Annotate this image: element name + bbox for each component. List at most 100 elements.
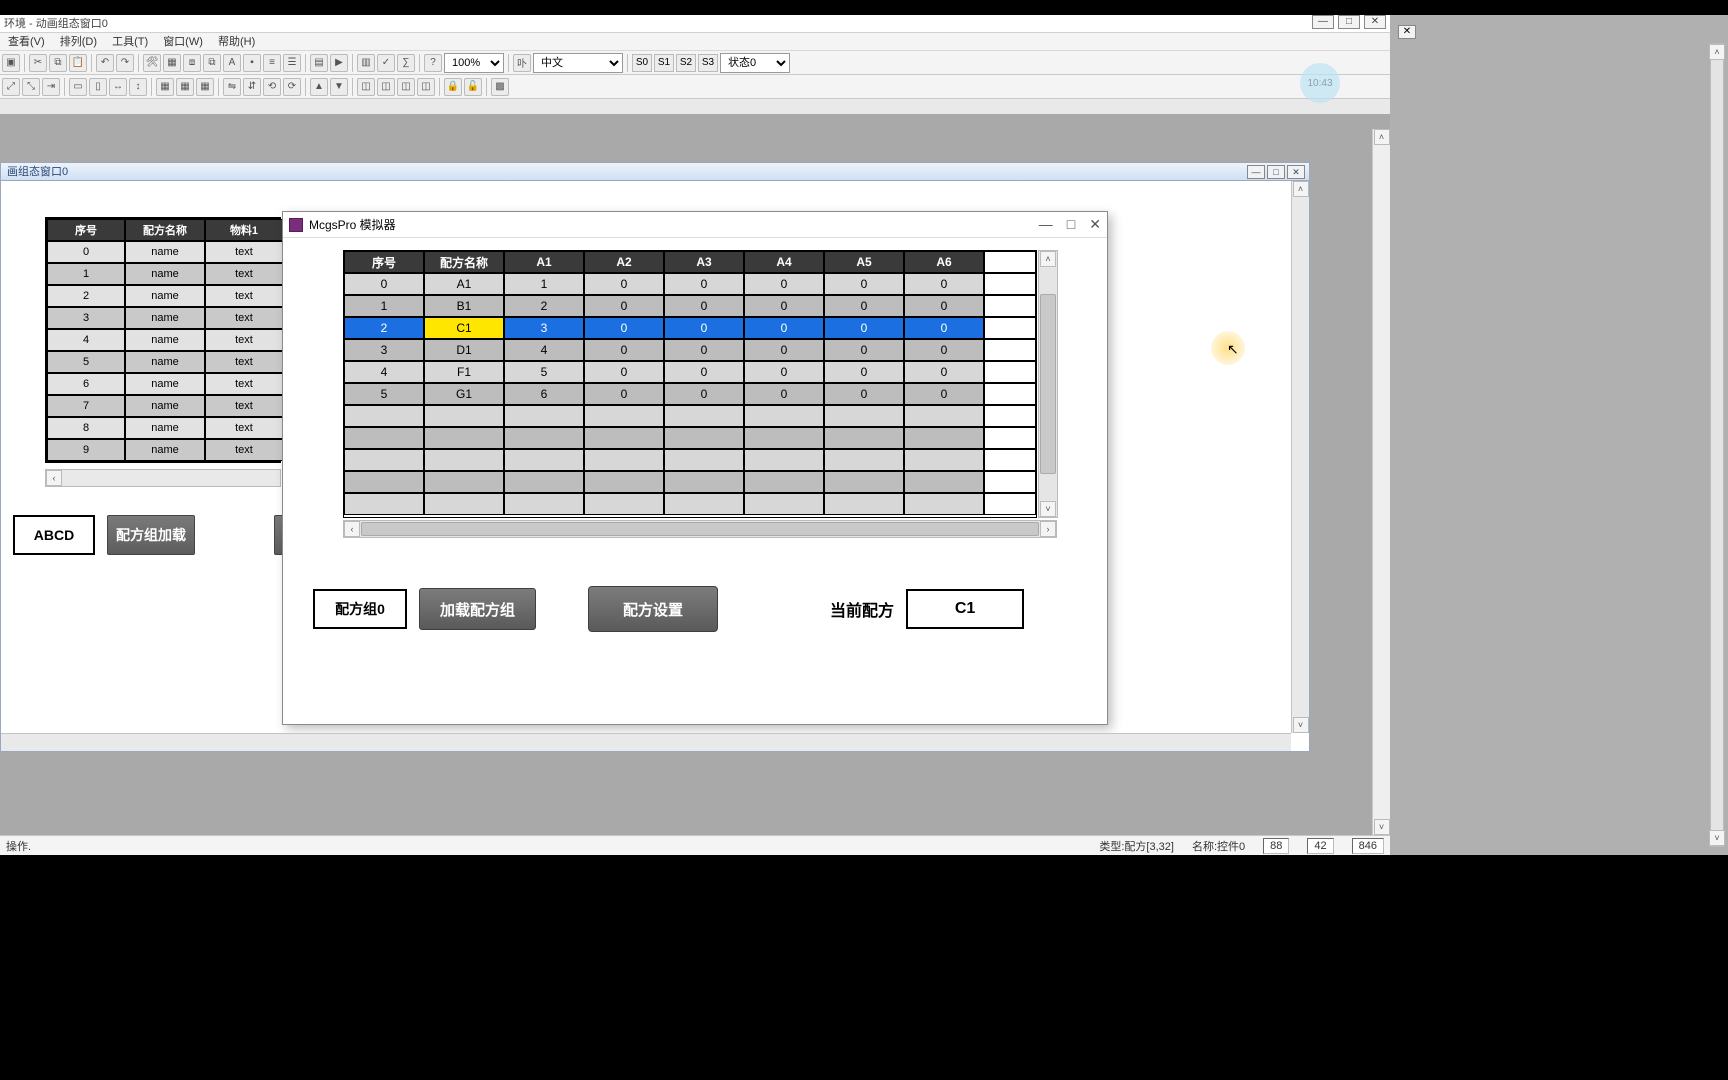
state-select[interactable]: 状态0 xyxy=(720,53,790,73)
lang-select[interactable]: 中文 xyxy=(533,53,623,73)
sim-max-button[interactable]: □ xyxy=(1067,216,1075,233)
menu-window[interactable]: 窗口(W) xyxy=(163,36,203,48)
same-w-icon[interactable]: ↔ xyxy=(109,78,127,96)
grid1-icon[interactable]: ▦ xyxy=(156,78,174,96)
tb-chart-icon[interactable]: ▤ xyxy=(310,54,328,72)
sim-table-row[interactable]: 4F1500000 xyxy=(344,361,1036,383)
outer-vscroll[interactable]: ˄ ˅ xyxy=(1372,129,1390,835)
layer3-icon[interactable]: ◫ xyxy=(397,78,415,96)
sim-table-row[interactable]: 3D1400000 xyxy=(344,339,1036,361)
sim-table-row[interactable]: 0A1100000 xyxy=(344,273,1036,295)
tb-layer-icon[interactable]: ▦ xyxy=(163,54,181,72)
max-button[interactable]: □ xyxy=(1338,15,1360,29)
sim-load-group[interactable]: 加载配方组 xyxy=(419,588,536,630)
sim-table-row-empty[interactable] xyxy=(344,427,1036,449)
cw-vscroll[interactable]: ˄ ˅ xyxy=(1291,181,1309,733)
scroll-down-icon[interactable]: ˅ xyxy=(1374,819,1390,835)
scroll-left-icon[interactable]: ‹ xyxy=(344,521,360,537)
bg-table-row[interactable]: 5nametext xyxy=(47,351,279,373)
cw-close-button[interactable]: ✕ xyxy=(1287,165,1305,179)
sim-table-row[interactable]: 1B1200000 xyxy=(344,295,1036,317)
state-s3[interactable]: S3 xyxy=(698,54,718,72)
bg-table-row[interactable]: 0nametext xyxy=(47,241,279,263)
sim-table-row-empty[interactable] xyxy=(344,449,1036,471)
sim-min-button[interactable]: — xyxy=(1039,216,1053,233)
state-s2[interactable]: S2 xyxy=(676,54,696,72)
tb-font-icon[interactable]: A xyxy=(223,54,241,72)
sim-group0[interactable]: 配方组0 xyxy=(313,589,407,629)
scroll-up-icon[interactable]: ˄ xyxy=(1374,129,1390,145)
scroll-thumb[interactable] xyxy=(1040,294,1056,474)
scroll-up-icon[interactable]: ˄ xyxy=(1040,251,1056,267)
tb-var-icon[interactable]: ∑ xyxy=(397,54,415,72)
menu-help[interactable]: 帮助(H) xyxy=(218,36,255,48)
cw-min-button[interactable]: — xyxy=(1247,165,1265,179)
palette-icon[interactable]: ▩ xyxy=(491,78,509,96)
cw-hscroll[interactable] xyxy=(1,733,1291,751)
front-icon[interactable]: ▲ xyxy=(310,78,328,96)
tb-tool-icon[interactable]: 🛠 xyxy=(143,54,161,72)
rotate-l-icon[interactable]: ⟲ xyxy=(263,78,281,96)
flip-v-icon[interactable]: ⇵ xyxy=(243,78,261,96)
bg-table-hscroll[interactable]: ‹ xyxy=(45,469,281,487)
rp-vscroll[interactable]: ˄ ˅ xyxy=(1710,43,1724,847)
rp-close-button[interactable]: ✕ xyxy=(1398,25,1416,39)
bg-table-row[interactable]: 4nametext xyxy=(47,329,279,351)
scroll-left-icon[interactable]: ‹ xyxy=(46,470,62,486)
state-s0[interactable]: S0 xyxy=(632,54,652,72)
sim-vscroll[interactable]: ˄ ˅ xyxy=(1038,250,1058,518)
menubar[interactable]: 查看(V) 排列(D) 工具(T) 窗口(W) 帮助(H) xyxy=(0,33,1390,51)
lock-icon[interactable]: 🔒 xyxy=(444,78,462,96)
close-button[interactable]: ✕ xyxy=(1364,15,1386,29)
menu-arrange[interactable]: 排列(D) xyxy=(60,36,97,48)
bg-table-row[interactable]: 7nametext xyxy=(47,395,279,417)
tb-save-icon[interactable]: ▣ xyxy=(2,54,20,72)
sim-close-button[interactable]: ✕ xyxy=(1089,216,1101,233)
tb-help-icon[interactable]: ? xyxy=(424,54,442,72)
scroll-right-icon[interactable]: › xyxy=(1040,521,1056,537)
zoom-select[interactable]: 100% xyxy=(444,53,504,73)
rotate-r-icon[interactable]: ⟳ xyxy=(283,78,301,96)
sim-table-row[interactable]: 2C1300000 xyxy=(344,317,1036,339)
menu-tools[interactable]: 工具(T) xyxy=(112,36,148,48)
align-center-icon[interactable]: ⤡ xyxy=(22,78,40,96)
layer4-icon[interactable]: ◫ xyxy=(417,78,435,96)
align-left-icon[interactable]: ⤢ xyxy=(2,78,20,96)
grid2-icon[interactable]: ▦ xyxy=(176,78,194,96)
sim-table-row[interactable]: 5G1600000 xyxy=(344,383,1036,405)
scroll-down-icon[interactable]: ˅ xyxy=(1040,501,1056,517)
tb-redo-icon[interactable]: ↷ xyxy=(116,54,134,72)
bg-table-row[interactable]: 1nametext xyxy=(47,263,279,285)
bg-table-row[interactable]: 6nametext xyxy=(47,373,279,395)
same-h-icon[interactable]: ↕ xyxy=(129,78,147,96)
tb-lang-icon[interactable]: 卟 xyxy=(513,54,531,72)
bg-btn-abcd[interactable]: ABCD xyxy=(13,515,95,555)
tb-align-icon[interactable]: ≡ xyxy=(263,54,281,72)
cw-max-button[interactable]: □ xyxy=(1267,165,1285,179)
tb-run-icon[interactable]: ▶ xyxy=(330,54,348,72)
tb-db-icon[interactable]: ▥ xyxy=(357,54,375,72)
sim-recipe-settings[interactable]: 配方设置 xyxy=(588,586,718,632)
sim-table-row-empty[interactable] xyxy=(344,471,1036,493)
dist-v-icon[interactable]: ▯ xyxy=(89,78,107,96)
tb-list-icon[interactable]: ☰ xyxy=(283,54,301,72)
min-button[interactable]: — xyxy=(1312,15,1334,29)
tb-ungroup-icon[interactable]: ⧉ xyxy=(203,54,221,72)
sim-table[interactable]: 序号 配方名称 A1 A2 A3 A4 A5 A6 xyxy=(343,250,1037,518)
sim-hscroll[interactable]: ‹ › xyxy=(343,520,1057,538)
menu-view[interactable]: 查看(V) xyxy=(8,36,45,48)
design-surface[interactable]: 序号 配方名称 物料1 0nametext1nametext2nametext3… xyxy=(1,181,1291,733)
bg-table-row[interactable]: 8nametext xyxy=(47,417,279,439)
tb-group-icon[interactable]: ⧈ xyxy=(183,54,201,72)
back-icon[interactable]: ▼ xyxy=(330,78,348,96)
tb-cut-icon[interactable]: ✂ xyxy=(29,54,47,72)
scroll-up-icon[interactable]: ˄ xyxy=(1709,44,1725,60)
bg-table[interactable]: 序号 配方名称 物料1 0nametext1nametext2nametext3… xyxy=(45,217,281,463)
flip-h-icon[interactable]: ⇋ xyxy=(223,78,241,96)
tb-copy-icon[interactable]: ⧉ xyxy=(49,54,67,72)
grid3-icon[interactable]: ▦ xyxy=(196,78,214,96)
sim-table-row-empty[interactable] xyxy=(344,493,1036,515)
bg-table-row[interactable]: 2nametext xyxy=(47,285,279,307)
tb-undo-icon[interactable]: ↶ xyxy=(96,54,114,72)
scroll-down-icon[interactable]: ˅ xyxy=(1293,717,1309,733)
